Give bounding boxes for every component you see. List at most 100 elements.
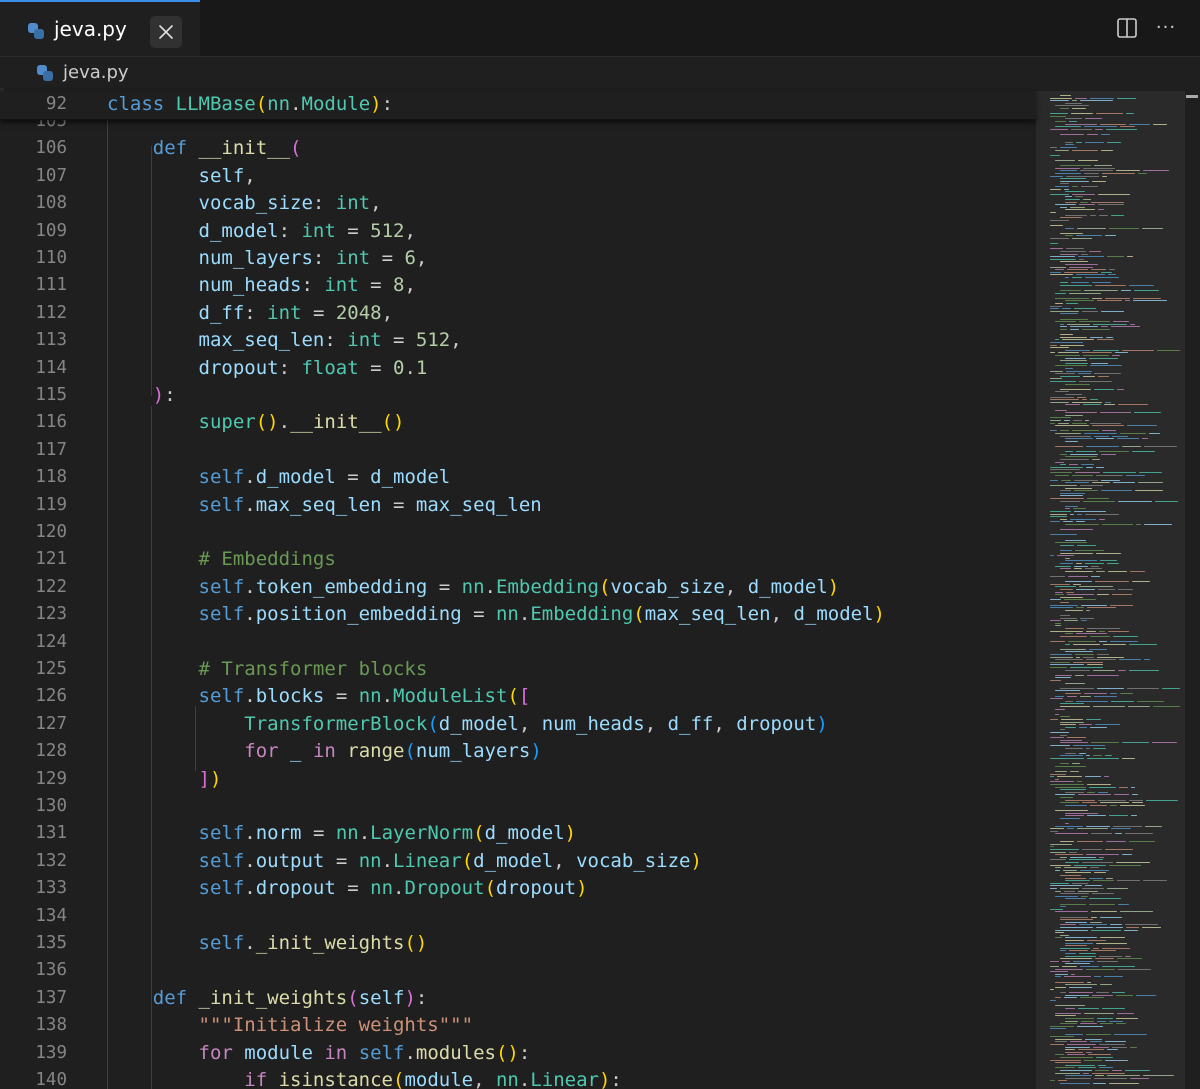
code-text: self.position_embedding = nn.Embedding(m… xyxy=(107,601,885,628)
code-line[interactable]: 126 self.blocks = nn.ModuleList([ xyxy=(0,683,1036,710)
sticky-scroll-header[interactable]: 92 class LLMBase(nn.Module): xyxy=(0,91,1036,120)
line-number: 115 xyxy=(35,385,67,405)
code-line[interactable]: 132 self.output = nn.Linear(d_model, voc… xyxy=(0,848,1036,875)
code-line[interactable]: 109 d_model: int = 512, xyxy=(0,218,1036,245)
code-token: self xyxy=(198,685,245,708)
minimap-line xyxy=(1086,747,1091,749)
code-line[interactable]: 118 self.d_model = d_model xyxy=(0,464,1036,491)
minimap-line xyxy=(1069,121,1078,122)
minimap-line xyxy=(1080,186,1099,187)
code-line[interactable]: 115 ): xyxy=(0,382,1036,409)
code-token: = xyxy=(335,877,371,900)
code-line[interactable]: 122 self.token_embedding = nn.Embedding(… xyxy=(0,574,1036,601)
minimap-line xyxy=(1086,466,1094,468)
code-line[interactable]: 135 self._init_weights() xyxy=(0,930,1036,957)
more-actions-button[interactable]: ··· xyxy=(1152,14,1180,42)
code-area[interactable]: 105 106 def __init__(107 self, 108 vocab_s… xyxy=(0,91,1036,1089)
minimap-line xyxy=(1078,258,1084,260)
tab-close-button[interactable] xyxy=(150,16,182,48)
code-token: TransformerBlock xyxy=(244,712,428,735)
code-token: max_seq_len xyxy=(198,329,325,352)
code-token: d_model xyxy=(255,466,336,489)
code-line[interactable]: 129 ]) xyxy=(0,766,1036,793)
code-line[interactable]: 112 d_ff: int = 2048, xyxy=(0,300,1036,327)
code-line[interactable]: 139 for module in self.modules(): xyxy=(0,1040,1036,1067)
breadcrumb-file[interactable]: jeva.py xyxy=(63,62,129,83)
minimap-line xyxy=(1075,654,1095,655)
code-line[interactable]: 133 self.dropout = nn.Dropout(dropout) xyxy=(0,875,1036,902)
code-token: modules xyxy=(415,1041,496,1064)
minimap-line xyxy=(1065,955,1097,957)
code-line[interactable]: 121 # Embeddings xyxy=(0,546,1036,573)
minimap-line xyxy=(1085,1038,1102,1040)
code-token: self xyxy=(358,1041,405,1064)
code-line[interactable]: 130 xyxy=(0,793,1036,820)
line-number: 119 xyxy=(35,494,67,515)
code-token: ( xyxy=(347,986,359,1009)
tab-jeva-py[interactable]: jeva.py xyxy=(0,0,200,56)
minimap-line xyxy=(1065,102,1082,104)
code-line[interactable]: 117 xyxy=(0,437,1036,464)
code-line[interactable]: 123 self.position_embedding = nn.Embeddi… xyxy=(0,601,1036,628)
minimap-line xyxy=(1143,524,1173,525)
split-editor-button[interactable] xyxy=(1113,14,1141,42)
code-line[interactable]: 128 for _ in range(num_layers) xyxy=(0,738,1036,765)
minimap-line xyxy=(1120,290,1132,291)
code-line[interactable]: 137 def _init_weights(self): xyxy=(0,985,1036,1012)
minimap-line xyxy=(1090,97,1114,99)
code-line[interactable]: 136 xyxy=(0,957,1036,984)
minimap-line xyxy=(1128,799,1143,801)
code-token: ( xyxy=(404,740,416,763)
minimap-line xyxy=(1096,570,1105,572)
code-text: def _init_weights(self): xyxy=(107,985,428,1012)
minimap-line xyxy=(1060,518,1068,520)
minimap-line xyxy=(1065,394,1082,395)
minimap-line xyxy=(1089,648,1108,650)
minimap-line xyxy=(1091,916,1098,918)
minimap-line xyxy=(1078,160,1099,161)
code-line[interactable]: 140 if isinstance(module, nn.Linear): xyxy=(0,1067,1036,1089)
minimap-line xyxy=(1085,513,1119,515)
minimap-line xyxy=(1060,734,1068,736)
code-line[interactable]: 138 """Initialize weights""" xyxy=(0,1012,1036,1039)
code-line[interactable]: 106 def __init__( xyxy=(0,135,1036,162)
code-line[interactable]: 110 num_layers: int = 6, xyxy=(0,245,1036,272)
code-line[interactable]: 107 self, xyxy=(0,163,1036,190)
scrollbar-thumb[interactable] xyxy=(1186,95,1198,98)
minimap-line xyxy=(1050,851,1067,853)
code-editor[interactable]: 105 106 def __init__(107 self, 108 vocab_s… xyxy=(0,91,1200,1089)
code-line[interactable]: 111 num_heads: int = 8, xyxy=(0,272,1036,299)
minimap-viewport[interactable] xyxy=(1036,91,1184,1089)
minimap-line xyxy=(1079,966,1100,967)
code-text: num_layers: int = 6, xyxy=(107,245,428,272)
minimap-line xyxy=(1084,693,1108,694)
minimap-line xyxy=(1082,849,1103,850)
code-text: self.blocks = nn.ModuleList([ xyxy=(107,683,531,710)
minimap[interactable] xyxy=(1036,91,1184,1089)
code-line[interactable]: 120 xyxy=(0,519,1036,546)
code-line[interactable]: 134 xyxy=(0,903,1036,930)
minimap-line xyxy=(1116,1012,1135,1014)
code-line[interactable]: 108 vocab_size: int, xyxy=(0,190,1036,217)
minimap-line xyxy=(1060,336,1087,338)
minimap-line xyxy=(1060,206,1067,208)
code-token: max_seq_len xyxy=(644,603,771,626)
minimap-line xyxy=(1089,921,1103,923)
minimap-line xyxy=(1091,994,1113,996)
minimap-line xyxy=(1118,786,1129,788)
code-line[interactable]: 125 # Transformer blocks xyxy=(0,656,1036,683)
code-line[interactable]: 124 xyxy=(0,629,1036,656)
minimap-line xyxy=(1055,409,1067,411)
indent-guide xyxy=(151,146,152,396)
code-line[interactable]: 113 max_seq_len: int = 512, xyxy=(0,327,1036,354)
minimap-line xyxy=(1050,401,1069,403)
vertical-scrollbar[interactable] xyxy=(1184,91,1200,1089)
code-line[interactable]: 116 super().__init__() xyxy=(0,409,1036,436)
code-line[interactable]: 127 TransformerBlock(d_model, num_heads,… xyxy=(0,711,1036,738)
code-line[interactable]: 114 dropout: float = 0.1 xyxy=(0,355,1036,382)
minimap-line xyxy=(1100,916,1122,918)
minimap-line xyxy=(1086,630,1096,632)
code-line[interactable]: 119 self.max_seq_len = max_seq_len xyxy=(0,492,1036,519)
code-line[interactable]: 131 self.norm = nn.LayerNorm(d_model) xyxy=(0,820,1036,847)
